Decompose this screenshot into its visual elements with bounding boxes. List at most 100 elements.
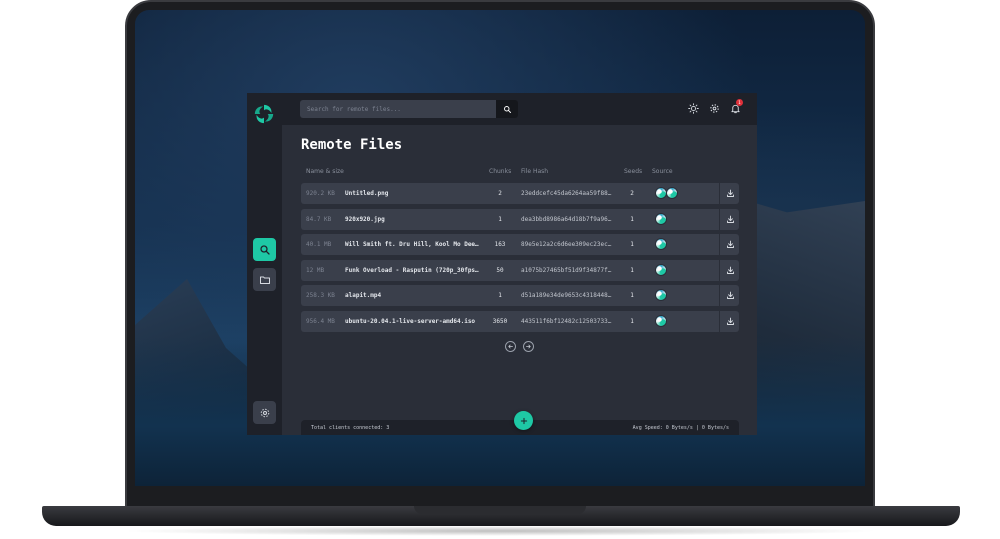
file-seeds: 1 <box>630 292 634 299</box>
laptop-shadow <box>120 526 880 536</box>
arrow-left-circle-icon <box>508 344 513 349</box>
sun-icon <box>687 102 699 114</box>
notification-count-badge: 1 <box>736 99 743 106</box>
download-icon <box>727 317 734 325</box>
download-button[interactable] <box>725 214 736 225</box>
file-seeds: 2 <box>630 190 634 197</box>
source-avatar <box>666 187 678 199</box>
source-avatar <box>655 263 667 276</box>
file-hash: dea3bbd8986a64d18b7f9a96b... <box>521 215 613 223</box>
file-size: 920.2 KB <box>306 190 335 197</box>
file-name: alapit.mp4 <box>345 292 382 299</box>
gear-icon <box>260 408 269 417</box>
file-size: 956.4 MB <box>306 317 335 325</box>
file-hash: d51a189e34de9653c43184486... <box>521 292 613 299</box>
file-size: 12 MB <box>306 266 325 274</box>
row-divider <box>719 234 720 255</box>
search-input[interactable] <box>300 100 496 118</box>
download-button[interactable] <box>725 316 736 327</box>
search-icon <box>503 105 511 113</box>
arrow-right-circle-icon <box>526 344 531 349</box>
clients-connected-text: Total clients connected: 3 <box>311 425 390 431</box>
swirl-logo-icon[interactable] <box>253 103 275 125</box>
source-avatars <box>655 238 667 251</box>
theme-toggle-button[interactable] <box>686 101 700 115</box>
app-window: 1 Remote Files Name & size Chunks File H… <box>247 93 757 435</box>
top-bar: 1 <box>282 93 757 125</box>
file-name: Will Smith ft. Dru Hill, Kool Mo Dee... <box>345 241 479 248</box>
file-name: Untitled.png <box>345 190 389 197</box>
column-header-file-hash: File Hash <box>521 168 549 175</box>
column-header-name-size: Name & size <box>306 168 344 175</box>
source-avatar <box>655 238 667 250</box>
download-icon <box>727 215 734 223</box>
file-seeds: 1 <box>630 317 634 325</box>
file-seeds: 1 <box>630 241 634 248</box>
source-avatar <box>655 314 667 327</box>
file-chunks: 163 <box>494 241 506 248</box>
file-row[interactable]: 956.4 MB ubuntu-20.04.1-live-server-amd64… <box>301 310 739 332</box>
file-name: 920x920.jpg <box>345 215 385 223</box>
sidebar-item-search[interactable] <box>253 238 276 261</box>
download-button[interactable] <box>725 188 736 199</box>
download-icon <box>727 291 734 299</box>
column-header-seeds: Seeds <box>624 168 643 175</box>
next-page-button[interactable] <box>523 341 534 352</box>
source-avatars <box>655 263 667 277</box>
file-row[interactable]: 258.3 KB alapit.mp4 1 d51a189e34de9653c4318… <box>301 285 739 306</box>
avg-speed-text: Avg Speed: 0 Bytes/s | 0 Bytes/s <box>632 425 729 431</box>
download-button[interactable] <box>725 239 736 250</box>
laptop-hinge-notch <box>414 506 586 514</box>
file-size: 40.1 MB <box>306 241 332 248</box>
source-avatar <box>655 289 667 301</box>
plus-icon <box>520 417 527 424</box>
sidebar-item-files[interactable] <box>253 268 276 291</box>
file-hash: 23eddcefc45da6264aa59f883... <box>521 190 613 197</box>
file-name: Funk Overload - Rasputin (720p_30fps_... <box>345 266 479 274</box>
column-header-source: Source <box>652 168 673 175</box>
file-hash: 443511f6bf12482c125037330... <box>521 317 613 325</box>
gear-icon <box>709 103 719 113</box>
row-divider <box>719 285 720 306</box>
row-divider <box>719 310 720 332</box>
file-hash: a1075b27465bf51d9f34877f4... <box>521 266 613 274</box>
settings-button[interactable] <box>707 101 721 115</box>
file-hash: 89e5e12a2c6d6ee309ec23ec7... <box>521 241 613 248</box>
download-button[interactable] <box>725 290 736 301</box>
file-seeds: 1 <box>630 266 634 274</box>
file-chunks: 3650 <box>492 317 508 325</box>
sidebar-item-settings[interactable] <box>253 401 276 424</box>
file-chunks: 50 <box>496 266 504 274</box>
file-name: ubuntu-20.04.1-live-server-amd64.iso <box>345 317 476 325</box>
file-chunks: 1 <box>498 292 502 299</box>
search-icon <box>259 244 270 255</box>
file-row[interactable]: 12 MB Funk Overload - Rasputin (720p_30fp… <box>301 259 739 281</box>
sidebar <box>247 93 282 435</box>
source-avatars <box>655 187 678 200</box>
source-avatars <box>655 212 667 226</box>
file-row[interactable]: 40.1 MB Will Smith ft. Dru Hill, Kool Mo … <box>301 234 739 255</box>
file-row[interactable]: 84.7 KB 920x920.jpg 1 dea3bbd8986a64d18b7f9… <box>301 208 739 230</box>
download-button[interactable] <box>725 265 736 276</box>
file-size: 84.7 KB <box>306 215 332 223</box>
source-avatars <box>655 289 667 302</box>
notifications-button[interactable]: 1 <box>728 99 743 115</box>
row-divider <box>719 208 720 230</box>
file-chunks: 2 <box>498 190 502 197</box>
file-chunks: 1 <box>498 215 502 223</box>
download-icon <box>727 266 734 274</box>
folder-icon <box>259 276 270 284</box>
row-divider <box>719 183 720 204</box>
prev-page-button[interactable] <box>505 341 516 352</box>
page-title: Remote Files <box>301 137 403 153</box>
search-button[interactable] <box>496 100 518 118</box>
column-header-chunks: Chunks <box>489 168 512 175</box>
add-file-button[interactable] <box>514 411 533 430</box>
file-row[interactable]: 920.2 KB Untitled.png 2 23eddcefc45da6264aa… <box>301 183 739 204</box>
file-seeds: 1 <box>630 215 634 223</box>
row-divider <box>719 259 720 281</box>
download-icon <box>727 240 734 248</box>
download-icon <box>727 189 734 197</box>
source-avatars <box>655 314 667 328</box>
source-avatar <box>655 212 667 225</box>
